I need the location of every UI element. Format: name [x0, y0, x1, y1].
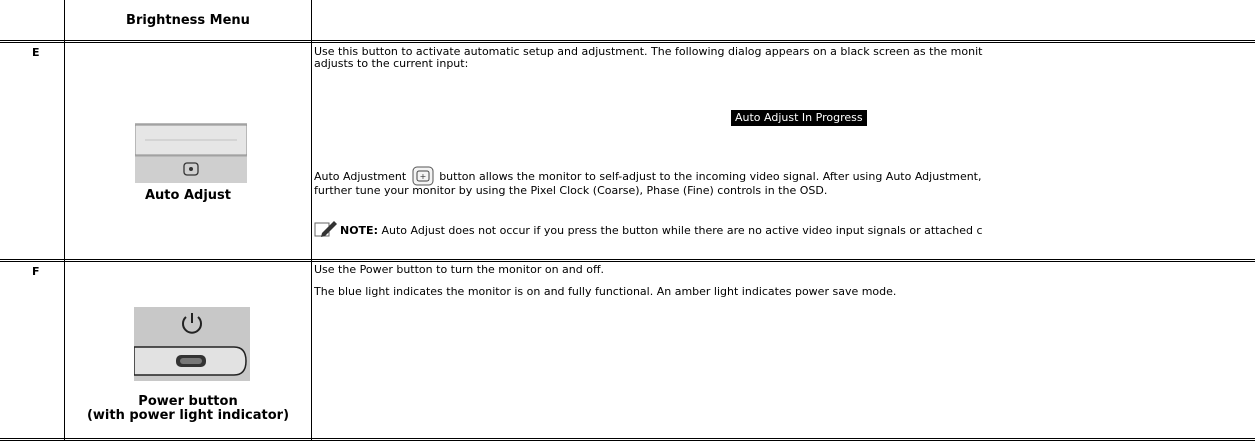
auto-adjust-icon: +	[412, 166, 434, 186]
row-letter-f: F	[32, 265, 40, 278]
auto-adjust-note: NOTE: Auto Adjust does not occur if you …	[314, 220, 1254, 240]
note-text: Auto Adjust does not occur if you press …	[377, 224, 983, 237]
auto-adjust-caption: Auto Adjust	[144, 188, 232, 203]
row-letter-e: E	[32, 46, 40, 59]
power-button-caption: Power button	[138, 394, 238, 409]
row-divider	[0, 42, 1255, 43]
power-description-line1: Use the Power button to turn the monitor…	[314, 264, 605, 276]
auto-adjust-text-before: Auto Adjustment	[314, 170, 407, 183]
auto-adjust-paragraph-line2: further tune your monitor by using the P…	[314, 185, 828, 197]
note-label: NOTE:	[340, 224, 378, 237]
power-button-image	[134, 307, 250, 381]
auto-adjust-text-after: button allows the monitor to self-adjust…	[439, 170, 982, 183]
power-light-caption: (with power light indicator)	[86, 408, 290, 423]
row-divider	[0, 440, 1255, 441]
auto-adjust-description-line2: adjusts to the current input:	[314, 58, 469, 70]
brightness-menu-caption: Brightness Menu	[126, 13, 250, 28]
svg-text:+: +	[419, 172, 426, 181]
auto-adjust-progress-banner: Auto Adjust In Progress	[731, 110, 867, 126]
auto-adjust-paragraph: Auto Adjustment + button allows the moni…	[314, 166, 1254, 186]
auto-adjust-button-image	[135, 123, 247, 183]
row-divider	[0, 259, 1255, 260]
column-divider	[64, 0, 65, 441]
row-divider	[0, 438, 1255, 439]
row-divider	[0, 261, 1255, 262]
note-pencil-icon	[314, 221, 337, 237]
row-divider	[0, 40, 1255, 41]
power-description-line2: The blue light indicates the monitor is …	[314, 286, 897, 298]
column-divider	[311, 0, 312, 441]
auto-adjust-description-line1: Use this button to activate automatic se…	[314, 46, 983, 58]
